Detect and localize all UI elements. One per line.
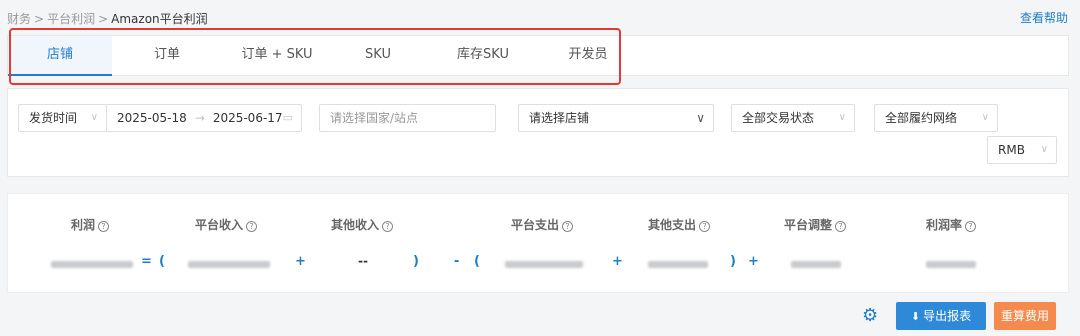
fulfillment-network-select[interactable]: 全部履约网络 ∨ bbox=[874, 104, 998, 132]
fulfillment-network-value: 全部履约网络 bbox=[885, 111, 958, 125]
tab-order[interactable]: 订单 bbox=[122, 36, 212, 76]
tab-stock-sku[interactable]: 库存SKU bbox=[438, 36, 528, 76]
export-report-button[interactable]: ⬇ 导出报表 bbox=[896, 302, 986, 330]
calendar-icon: ▭ bbox=[282, 111, 293, 124]
chevron-down-icon: ∨ bbox=[696, 111, 705, 125]
trade-status-select[interactable]: 全部交易状态 ∨ bbox=[731, 104, 855, 132]
help-icon[interactable]: ? bbox=[246, 221, 258, 232]
breadcrumb-separator: > bbox=[98, 12, 109, 26]
close-paren: ) bbox=[413, 254, 419, 269]
help-icon[interactable]: ? bbox=[699, 221, 711, 232]
tab-sku[interactable]: SKU bbox=[338, 36, 418, 76]
country-site-placeholder: 请选择国家/站点 bbox=[330, 111, 419, 125]
platform-adjust-value-redacted bbox=[791, 261, 841, 268]
help-icon[interactable]: ? bbox=[965, 221, 977, 232]
other-income-value: -- bbox=[358, 254, 368, 268]
minus-sign: - bbox=[454, 254, 460, 269]
metric-label-platform-expense: 平台支出 bbox=[511, 218, 560, 232]
close-paren: ) bbox=[730, 254, 736, 269]
date-type-value: 发货时间 bbox=[29, 111, 78, 125]
shop-select[interactable]: 请选择店铺 ∨ bbox=[518, 104, 714, 132]
metric-label-profit-rate: 利润率 bbox=[926, 218, 963, 232]
metric-platform-income: 平台收入? bbox=[195, 216, 258, 233]
chevron-down-icon: ∨ bbox=[90, 112, 98, 123]
open-paren: ( bbox=[474, 254, 480, 269]
currency-value: RMB bbox=[998, 143, 1025, 157]
tab-shop[interactable]: 店铺 bbox=[8, 36, 112, 76]
date-type-select[interactable]: 发货时间 ∨ bbox=[18, 104, 107, 132]
help-icon[interactable]: ? bbox=[835, 221, 847, 232]
help-icon[interactable]: ? bbox=[98, 221, 110, 232]
tab-bar: 店铺 订单 订单 + SKU SKU 库存SKU 开发员 bbox=[7, 35, 1069, 76]
help-icon[interactable]: ? bbox=[382, 221, 394, 232]
metric-other-income: 其他收入? bbox=[331, 216, 394, 233]
recalculate-fees-button[interactable]: 重算费用 bbox=[994, 302, 1056, 330]
date-start: 2025-05-18 bbox=[117, 111, 187, 125]
platform-expense-value-redacted bbox=[505, 261, 583, 268]
arrow-right-icon: → bbox=[194, 111, 205, 125]
tab-order-sku[interactable]: 订单 + SKU bbox=[222, 36, 332, 76]
equals-sign: = bbox=[141, 254, 152, 269]
currency-select[interactable]: RMB ∨ bbox=[987, 136, 1057, 164]
platform-income-value-redacted bbox=[188, 261, 270, 268]
plus-sign: + bbox=[612, 254, 623, 269]
other-expense-value-redacted bbox=[648, 261, 708, 268]
chevron-down-icon: ∨ bbox=[981, 112, 989, 123]
tab-developer[interactable]: 开发员 bbox=[543, 36, 633, 76]
plus-sign: + bbox=[295, 254, 306, 269]
metric-platform-adjust: 平台调整? bbox=[784, 216, 847, 233]
breadcrumb-current: Amazon平台利润 bbox=[111, 12, 208, 26]
metric-label-platform-adjust: 平台调整 bbox=[784, 218, 833, 232]
open-paren: ( bbox=[159, 254, 165, 269]
breadcrumb-item-platform-profit[interactable]: 平台利润 bbox=[47, 12, 95, 26]
breadcrumb-item-finance[interactable]: 财务 bbox=[7, 12, 31, 26]
metric-other-expense: 其他支出? bbox=[648, 216, 711, 233]
metric-label-other-income: 其他收入 bbox=[331, 218, 380, 232]
plus-sign: + bbox=[748, 254, 759, 269]
shop-placeholder: 请选择店铺 bbox=[529, 111, 590, 125]
breadcrumb-separator: > bbox=[34, 12, 45, 26]
metric-platform-expense: 平台支出? bbox=[511, 216, 574, 233]
metric-profit: 利润? bbox=[71, 216, 110, 233]
metric-label-platform-income: 平台收入 bbox=[195, 218, 244, 232]
help-icon[interactable]: ? bbox=[562, 221, 574, 232]
profit-summary: 利润? 平台收入? 其他收入? 平台支出? 其他支出? 平台调整? 利润率? =… bbox=[7, 193, 1069, 293]
profit-rate-value-redacted bbox=[926, 261, 976, 268]
trade-status-value: 全部交易状态 bbox=[742, 111, 815, 125]
breadcrumb: 财务 > 平台利润 > Amazon平台利润 bbox=[7, 10, 208, 27]
chevron-down-icon: ∨ bbox=[838, 112, 846, 123]
settings-gear-icon[interactable]: ⚙ bbox=[862, 306, 882, 326]
profit-value-redacted bbox=[51, 261, 133, 268]
download-icon: ⬇ bbox=[910, 310, 921, 323]
metric-label-profit: 利润 bbox=[71, 218, 96, 232]
metric-profit-rate: 利润率? bbox=[926, 216, 977, 233]
country-site-select[interactable]: 请选择国家/站点 bbox=[319, 104, 496, 132]
export-report-label: 导出报表 bbox=[923, 309, 972, 323]
chevron-down-icon: ∨ bbox=[1040, 144, 1048, 155]
date-end: 2025-06-17 bbox=[212, 111, 283, 125]
filter-panel: 发货时间 ∨ 2025-05-18 → 2025-06-17 ▭ 请选择国家/站点 … bbox=[7, 88, 1069, 177]
date-range-picker[interactable]: 2025-05-18 → 2025-06-17 ▭ bbox=[106, 104, 302, 132]
help-link[interactable]: 查看帮助 bbox=[1020, 9, 1068, 26]
metric-label-other-expense: 其他支出 bbox=[648, 218, 697, 232]
